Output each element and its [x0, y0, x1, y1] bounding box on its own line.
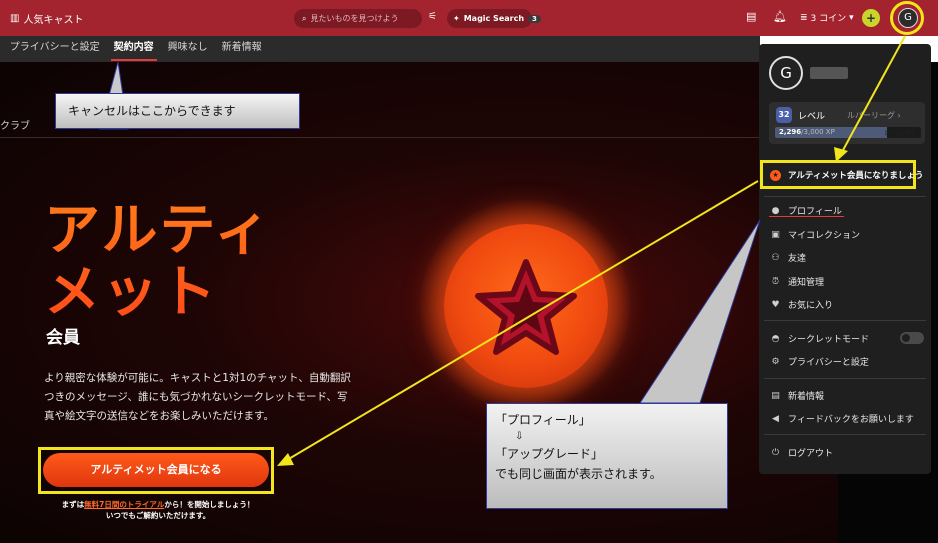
hero-subtitle: 会員 [46, 328, 80, 348]
chevron-down-icon: ▾ [849, 12, 854, 23]
menu-separator [764, 434, 926, 435]
level-label: レベル [798, 112, 826, 122]
popular-casts-link[interactable]: ▥ 人気キャスト [10, 11, 83, 26]
menu-item-collection-label: マイコレクション [788, 231, 861, 241]
search-bar[interactable]: ⌕ 見たいものを見つけよう [294, 9, 422, 28]
menu-item-ultimate-label: アルティメット会員になりましょう [788, 171, 924, 181]
star-icon [475, 259, 577, 355]
search-placeholder: 見たいものを見つけよう [310, 14, 399, 23]
xp-total: /3,000 XP [801, 128, 835, 136]
menu-separator [764, 320, 926, 321]
menu-item-news-label: 新着情報 [788, 392, 825, 402]
menu-item-privacy-label: プライバシーと設定 [788, 358, 869, 368]
ranking-icon: ▥ [10, 13, 20, 24]
alarm-icon: ⏰︎ [771, 276, 780, 287]
menu-item-news[interactable]: ▤ 新着情報 [770, 389, 825, 403]
hero-title-line2: メット [44, 260, 218, 325]
power-icon: ⏻ [771, 447, 780, 458]
trial-prefix: まずは [61, 500, 85, 509]
coins-button[interactable]: ≣ 3 コイン ▾ [800, 11, 854, 25]
tab-not-interested[interactable]: 興味なし [161, 36, 215, 62]
menu-item-logout-label: ログアウト [788, 449, 834, 459]
level-badge: 32 [776, 107, 792, 123]
menu-item-secret-mode[interactable]: ◓ シークレットモード [770, 332, 870, 346]
tab-contract[interactable]: 契約内容 [107, 36, 161, 62]
callout-line-upgrade: 「アップグレード」 [495, 447, 604, 461]
magic-search-count: 3 [528, 14, 541, 23]
ultimate-star-emblem [444, 224, 608, 388]
avatar-highlight-circle [890, 1, 924, 35]
hero-title: アルティ メット [44, 200, 304, 324]
free-trial-link[interactable]: 無料7日間のトライアル [84, 500, 164, 509]
callout-cancel-info: キャンセルはここからできます [55, 93, 300, 129]
section-divider [0, 137, 760, 138]
hero-description: より親密な体験が可能に。キャストと1対1のチャット、自動翻訳つきのメッセージ、誰… [44, 372, 351, 422]
hero-title-line1: アルティ [44, 198, 273, 263]
menu-item-ultimate[interactable]: ★ アルティメット会員になりましょう [770, 169, 923, 181]
menu-item-feedback[interactable]: ◀ フィードバックをお願いします [770, 412, 914, 426]
trial-suffix: から！を開始しましょう！ [164, 500, 255, 509]
xp-current: 2,296 [779, 128, 802, 136]
menu-item-notifications[interactable]: ⏰︎ 通知管理 [770, 275, 825, 289]
menu-separator [764, 378, 926, 379]
profile-underline [769, 216, 844, 217]
person-icon: ● [771, 205, 780, 216]
club-label: クラブ [0, 121, 30, 132]
menu-item-secret-mode-label: シークレットモード [788, 335, 870, 345]
heart-icon: ♥ [771, 299, 780, 310]
sparkle-icon: ✦ [453, 14, 460, 23]
menu-item-feedback-label: フィードバックをお願いします [788, 415, 914, 425]
menu-item-friends-label: 友達 [788, 254, 807, 264]
coins-label: 3 コイン [810, 14, 847, 24]
settings-tabs: l プライバシーと設定 契約内容 興味なし 新着情報 [0, 36, 760, 62]
collection-icon: ▣ [771, 229, 780, 240]
menu-item-privacy[interactable]: ⚙ プライバシーと設定 [770, 355, 869, 369]
menu-item-collection[interactable]: ▣ マイコレクション [770, 228, 861, 242]
bell-icon[interactable]: 🔔︎ [773, 10, 787, 23]
menu-item-favorites[interactable]: ♥ お気に入り [770, 298, 834, 312]
menu-avatar[interactable]: G [769, 56, 803, 90]
chat-icon[interactable]: ▤ [746, 10, 756, 23]
megaphone-icon: ◀ [772, 413, 779, 424]
star-badge-icon: ★ [770, 169, 781, 181]
tab-privacy-settings[interactable]: プライバシーと設定 [3, 36, 107, 62]
menu-item-favorites-label: お気に入り [788, 301, 834, 311]
friends-icon: ⚇ [771, 252, 780, 263]
callout-line-same-screen: でも同じ画面が表示されます。 [495, 467, 662, 481]
filter-icon[interactable]: ⚟ [428, 11, 437, 22]
xp-text: 2,296/3,000 XP [779, 128, 835, 136]
menu-item-notifications-label: 通知管理 [788, 278, 825, 288]
menu-item-friends[interactable]: ⚇ 友達 [770, 251, 807, 265]
tab-news[interactable]: 新着情報 [215, 36, 269, 62]
menu-item-logout[interactable]: ⏻ ログアウト [770, 446, 834, 460]
league-link[interactable]: ルバーリーグ › [847, 110, 901, 121]
incognito-icon: ◓ [771, 333, 780, 344]
callout-line-profile: 「プロフィール」 [495, 413, 591, 427]
magic-search-label: Magic Search [463, 14, 525, 23]
magic-search-button[interactable]: ✦ Magic Search 3 [447, 9, 541, 28]
trial-cancel-note: いつでもご解約いただけます。 [105, 511, 211, 520]
menu-username-redacted [810, 67, 848, 79]
become-ultimate-button[interactable]: アルティメット会員になる [43, 453, 269, 487]
secret-mode-toggle[interactable] [900, 332, 924, 344]
next-level-label: レベル33 [884, 129, 914, 137]
down-arrow-icon: ⇩ [515, 431, 524, 442]
trial-note: まずは無料7日間のトライアルから！を開始しましょう！ いつでもご解約いただけます… [30, 499, 286, 521]
gear-icon: ⚙ [771, 356, 780, 367]
add-coins-button[interactable]: + [862, 9, 880, 27]
popular-casts-label: 人気キャスト [23, 15, 84, 26]
news-icon: ▤ [771, 390, 780, 401]
search-icon: ⌕ [302, 13, 307, 23]
menu-separator [764, 196, 926, 197]
toggle-knob [902, 334, 910, 342]
coin-stack-icon: ≣ [800, 12, 808, 23]
callout-profile-upgrade: 「プロフィール」 ⇩ 「アップグレード」 でも同じ画面が表示されます。 [486, 403, 728, 509]
